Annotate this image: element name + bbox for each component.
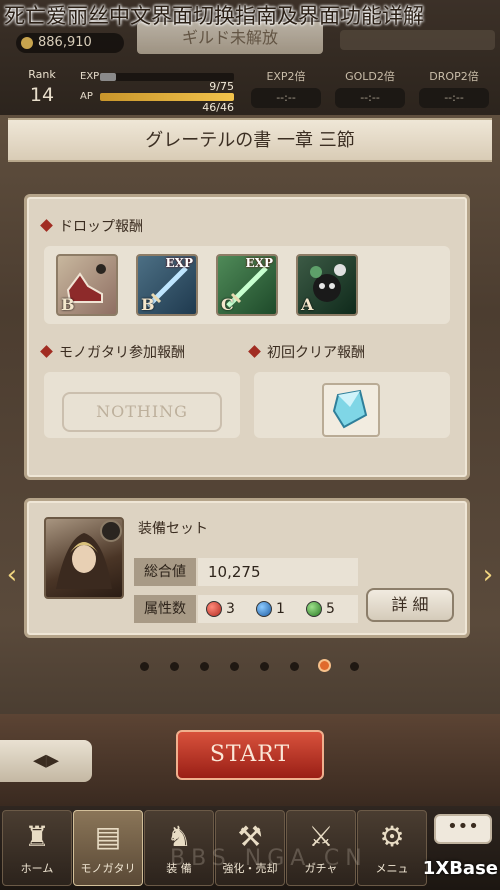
- boost-drop-label: DROP2倍: [429, 70, 479, 83]
- prev-arrow-icon[interactable]: ‹: [4, 560, 20, 590]
- boost-drop-timer: --:--: [419, 88, 489, 108]
- story-reward-title: モノガタリ参加報酬: [59, 345, 185, 361]
- first-clear-title: 初回クリア報酬: [267, 345, 365, 361]
- drop-item-creature[interactable]: A: [296, 254, 358, 316]
- green-count: 5: [326, 601, 335, 617]
- back-arrow-icon: ◂▸: [32, 745, 60, 775]
- equip-set-title: 装備セット: [138, 521, 208, 537]
- nav-story[interactable]: ▤ モノガタリ: [73, 810, 143, 886]
- background-graffiti: [320, 714, 500, 806]
- page-dot[interactable]: [140, 662, 149, 671]
- diamond-icon: [40, 219, 53, 232]
- green-orb-icon: [306, 601, 322, 617]
- nothing-badge: NOTHING: [62, 392, 222, 432]
- red-orb-icon: [206, 601, 222, 617]
- exp-badge: EXP: [165, 256, 193, 270]
- attr-label: 属性数: [134, 595, 196, 623]
- item-rank: B: [61, 295, 75, 314]
- next-arrow-icon[interactable]: ›: [480, 560, 496, 590]
- coin-counter: 886,910: [16, 33, 124, 53]
- ap-value: 46/46: [202, 101, 234, 114]
- castle-icon: ♜: [24, 820, 50, 853]
- drop-reward-heading: ドロップ報酬: [40, 216, 143, 236]
- attr-value-box: 3 1 5: [198, 595, 358, 623]
- drop-item-shoes[interactable]: B: [56, 254, 118, 316]
- page-dot[interactable]: [200, 662, 209, 671]
- more-button[interactable]: •••: [434, 814, 492, 844]
- sword-badge-icon: [100, 520, 122, 542]
- book-icon: ▤: [94, 820, 122, 853]
- total-stat-row: 総合値 10,275: [134, 558, 358, 586]
- article-title-overlay: 死亡爱丽丝中文界面切换指南及界面功能详解: [4, 4, 424, 28]
- total-value: 10,275: [208, 563, 261, 581]
- diamond-icon: [248, 345, 261, 358]
- boost-exp: EXP2倍 --:--: [246, 68, 326, 110]
- attribute-row: 属性数 3 1 5: [134, 595, 358, 623]
- drop-reward-title: ドロップ報酬: [59, 219, 143, 235]
- chain-decoration: [340, 30, 495, 50]
- diamond-icon: [40, 345, 53, 358]
- back-button[interactable]: ◂▸: [0, 740, 92, 782]
- boost-drop: DROP2倍 --:--: [414, 68, 494, 110]
- coin-icon: [21, 37, 33, 49]
- rank-box: Rank 14: [18, 68, 66, 112]
- corner-logo: 1XBase: [422, 858, 498, 879]
- ap-fill: [100, 93, 234, 101]
- crystal-icon: [332, 389, 368, 429]
- page-dot[interactable]: [350, 662, 359, 671]
- blue-orb-icon: [256, 601, 272, 617]
- drop-item-blue-sword[interactable]: EXP B: [136, 254, 198, 316]
- exp-badge: EXP: [245, 256, 273, 270]
- nav-label: ホーム: [20, 862, 54, 875]
- boost-exp-label: EXP2倍: [266, 70, 306, 83]
- item-rank: A: [301, 295, 314, 314]
- detail-button[interactable]: 詳 細: [366, 588, 454, 622]
- total-label: 総合値: [134, 558, 196, 586]
- total-value-box: 10,275: [198, 558, 358, 586]
- exp-fill: [100, 73, 117, 81]
- coin-value: 886,910: [38, 35, 92, 50]
- page-dot[interactable]: [230, 662, 239, 671]
- boost-exp-timer: --:--: [251, 88, 321, 108]
- boost-gold: GOLD2倍 --:--: [330, 68, 410, 110]
- page-dot[interactable]: [290, 662, 299, 671]
- red-count: 3: [226, 601, 235, 617]
- chapter-title: グレーテルの書 一章 三節: [8, 118, 492, 162]
- rank-value: 14: [29, 84, 55, 106]
- drop-item-green-sword[interactable]: EXP C: [216, 254, 278, 316]
- item-rank: C: [221, 295, 234, 314]
- crystal-reward[interactable]: [322, 383, 380, 437]
- story-reward-heading: モノガタリ参加報酬: [40, 342, 185, 362]
- ap-label: AP: [80, 91, 93, 102]
- ap-track: [100, 93, 234, 101]
- exp-label: EXP: [80, 71, 100, 82]
- page-indicator: [140, 660, 362, 672]
- blue-count: 1: [276, 601, 285, 617]
- item-rank: B: [141, 295, 155, 314]
- first-clear-heading: 初回クリア報酬: [248, 342, 365, 362]
- boost-gold-label: GOLD2倍: [345, 70, 395, 83]
- page-dot[interactable]: [260, 662, 269, 671]
- nav-label: モノガタリ: [80, 862, 136, 875]
- nav-home[interactable]: ♜ ホーム: [2, 810, 72, 886]
- page-dot[interactable]: [170, 662, 179, 671]
- start-button[interactable]: START: [176, 730, 324, 780]
- rank-label: Rank: [28, 68, 56, 81]
- page-dot-active[interactable]: [320, 661, 329, 670]
- boost-gold-timer: --:--: [335, 88, 405, 108]
